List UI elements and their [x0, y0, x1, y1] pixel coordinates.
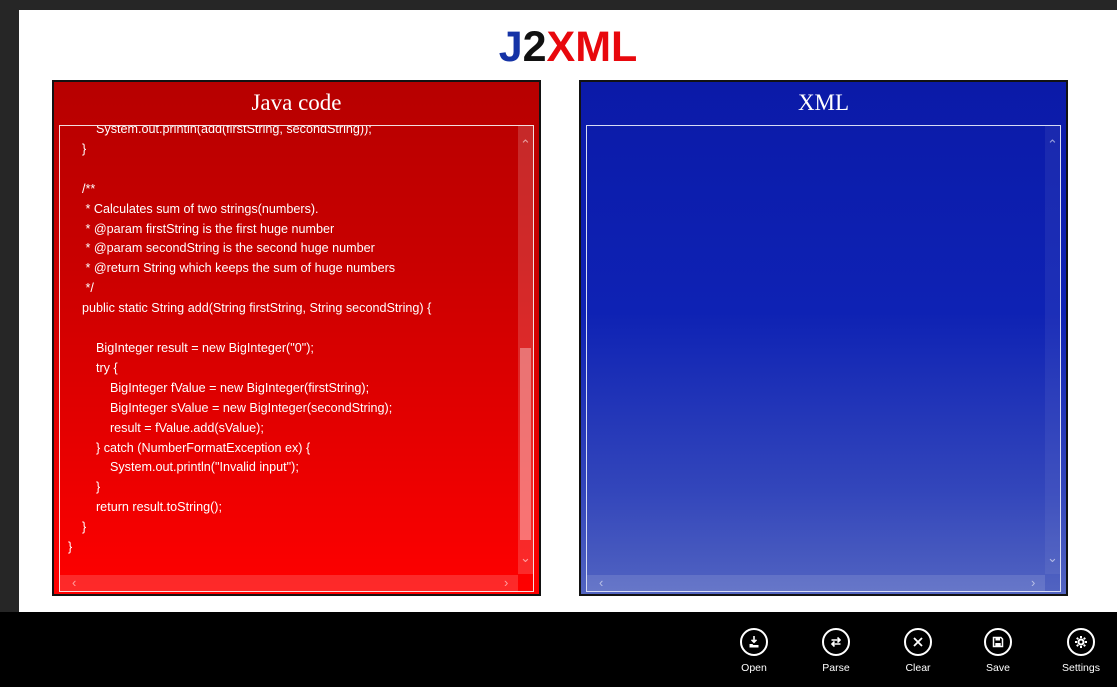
xml-panel-title: XML: [797, 90, 850, 115]
java-horizontal-scrollbar[interactable]: ‹ ›: [60, 575, 518, 591]
app-title: J2XML: [19, 24, 1117, 70]
scroll-left-arrow-icon[interactable]: ‹: [72, 576, 76, 589]
clear-button-label: Clear: [905, 662, 931, 674]
parse-button-label: Parse: [822, 662, 850, 674]
clear-button[interactable]: Clear: [888, 628, 948, 686]
title-j: J: [498, 23, 523, 71]
java-code-text[interactable]: System.out.println(add(firstString, seco…: [68, 126, 431, 558]
scroll-down-arrow-icon[interactable]: ⌄: [520, 551, 531, 564]
java-code-panel: Java code System.out.println(add(firstSt…: [52, 80, 541, 596]
scroll-left-arrow-icon[interactable]: ‹: [599, 576, 603, 589]
app-window: J2XML Java code System.out.println(add(f…: [0, 0, 1117, 687]
java-vertical-scroll-thumb[interactable]: [520, 348, 531, 540]
clear-icon: [904, 628, 932, 656]
app-bar: Open Parse Clear Save Settings: [0, 612, 1117, 687]
java-vertical-scrollbar[interactable]: ⌃ ⌄: [518, 126, 533, 574]
xml-output-editor[interactable]: ⌃ ⌄ ‹ ›: [586, 125, 1061, 592]
xml-vertical-scrollbar[interactable]: ⌃ ⌄: [1045, 126, 1060, 574]
java-code-editor[interactable]: System.out.println(add(firstString, seco…: [59, 125, 534, 592]
settings-button[interactable]: Settings: [1051, 628, 1111, 686]
settings-button-label: Settings: [1062, 662, 1100, 674]
xml-horizontal-scrollbar[interactable]: ‹ ›: [587, 575, 1045, 591]
gear-icon: [1067, 628, 1095, 656]
xml-panel: XML ⌃ ⌄ ‹ ›: [579, 80, 1068, 596]
scroll-up-arrow-icon[interactable]: ⌃: [520, 138, 531, 151]
open-button-label: Open: [741, 662, 767, 674]
save-icon: [984, 628, 1012, 656]
scroll-down-arrow-icon[interactable]: ⌄: [1047, 551, 1058, 564]
main-canvas: J2XML Java code System.out.println(add(f…: [19, 10, 1117, 612]
scroll-right-arrow-icon[interactable]: ›: [1031, 576, 1035, 589]
title-xml: XML: [546, 23, 638, 71]
title-2: 2: [522, 23, 547, 71]
save-button-label: Save: [986, 662, 1010, 674]
java-panel-title: Java code: [251, 90, 342, 115]
scroll-right-arrow-icon[interactable]: ›: [504, 576, 508, 589]
open-icon: [740, 628, 768, 656]
parse-icon: [822, 628, 850, 656]
scroll-up-arrow-icon[interactable]: ⌃: [1047, 138, 1058, 151]
parse-button[interactable]: Parse: [806, 628, 866, 686]
open-button[interactable]: Open: [724, 628, 784, 686]
save-button[interactable]: Save: [968, 628, 1028, 686]
